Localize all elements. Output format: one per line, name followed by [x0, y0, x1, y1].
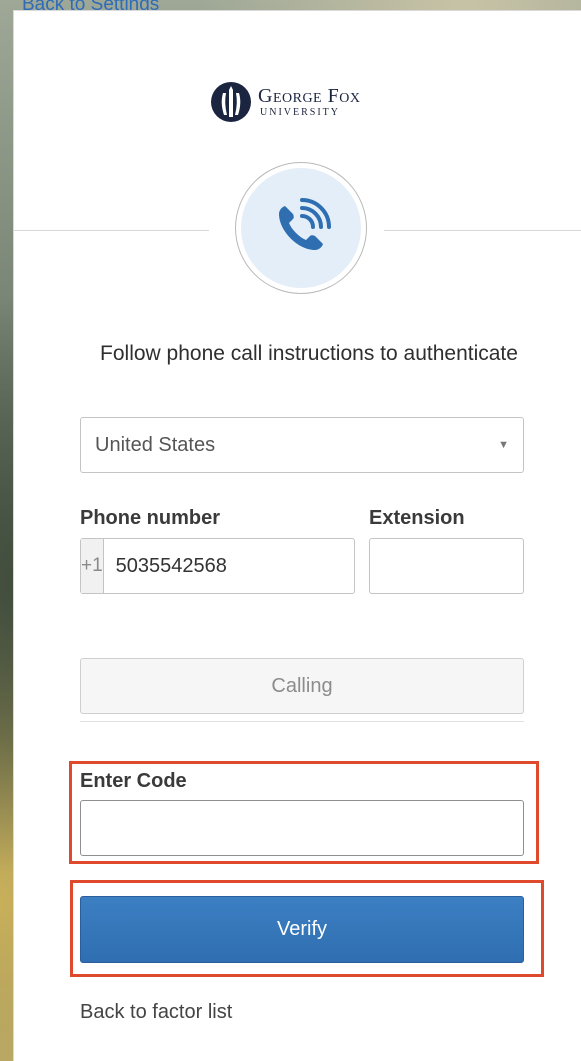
factor-icon-badge: [235, 162, 367, 294]
auth-card: George Fox UNIVERSITY Follow phone call …: [13, 10, 581, 1061]
brand-name: George Fox: [258, 85, 361, 107]
country-selected-value: United States: [95, 433, 216, 456]
phone-number-input[interactable]: [103, 539, 383, 593]
header-divider-left: [14, 230, 209, 231]
verify-button[interactable]: Verify: [80, 896, 524, 963]
phone-number-label: Phone number: [80, 507, 221, 529]
back-to-factor-list-link[interactable]: Back to factor list: [80, 1001, 232, 1024]
brand-subname: UNIVERSITY: [260, 107, 340, 118]
enter-code-label: Enter Code: [80, 770, 187, 792]
chevron-down-icon: ▼: [498, 439, 509, 451]
call-button[interactable]: Calling: [80, 658, 524, 714]
factor-title: Follow phone call instructions to authen…: [100, 342, 518, 365]
form-separator: [80, 721, 524, 722]
phone-number-field: +1: [80, 538, 383, 594]
country-select[interactable]: United States ▼: [80, 417, 524, 473]
country-code-prefix: +1: [81, 539, 104, 593]
university-logo: George Fox UNIVERSITY: [210, 81, 360, 123]
verification-code-input[interactable]: [80, 800, 524, 856]
phone-call-icon: [279, 198, 331, 250]
header-divider-right: [384, 230, 581, 231]
extension-input[interactable]: [369, 538, 524, 594]
extension-label: Extension: [369, 507, 465, 529]
george-fox-logo-icon: [211, 82, 251, 122]
